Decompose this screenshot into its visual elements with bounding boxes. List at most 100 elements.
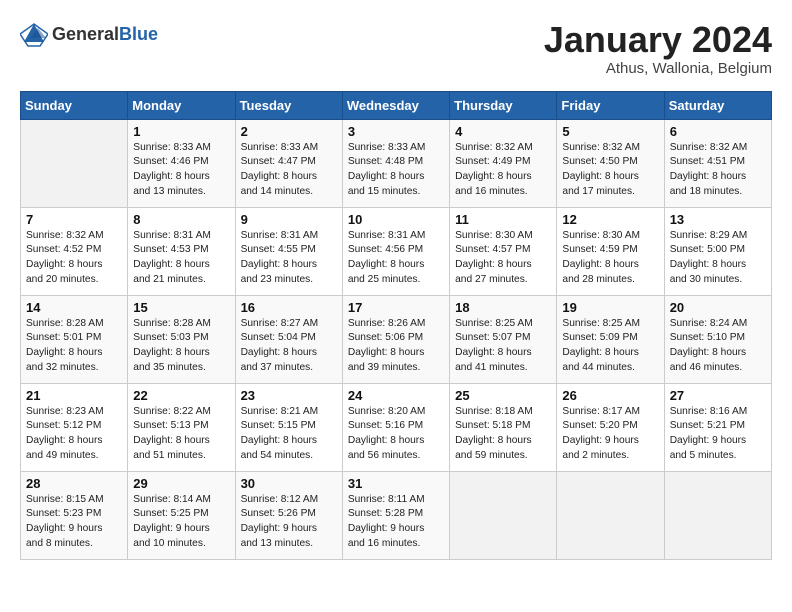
calendar-cell: 23 Sunrise: 8:21 AM Sunset: 5:15 PM Dayli… bbox=[235, 383, 342, 471]
calendar-cell: 25 Sunrise: 8:18 AM Sunset: 5:18 PM Dayli… bbox=[450, 383, 557, 471]
day-info: Sunrise: 8:30 AM Sunset: 4:59 PM Dayligh… bbox=[562, 229, 658, 288]
day-number: 30 bbox=[241, 476, 337, 491]
day-info: Sunrise: 8:31 AM Sunset: 4:53 PM Dayligh… bbox=[133, 229, 229, 288]
logo-icon bbox=[20, 20, 48, 48]
calendar-cell: 24 Sunrise: 8:20 AM Sunset: 5:16 PM Dayli… bbox=[342, 383, 449, 471]
calendar-row-1: 1 Sunrise: 8:33 AM Sunset: 4:46 PM Daylig… bbox=[21, 119, 772, 207]
day-number: 19 bbox=[562, 300, 658, 315]
col-header-monday: Monday bbox=[128, 91, 235, 119]
day-number: 1 bbox=[133, 124, 229, 139]
calendar-cell: 15 Sunrise: 8:28 AM Sunset: 5:03 PM Dayli… bbox=[128, 295, 235, 383]
calendar-cell: 1 Sunrise: 8:33 AM Sunset: 4:46 PM Daylig… bbox=[128, 119, 235, 207]
calendar-row-5: 28Sunrise: 8:15 AM Sunset: 5:23 PM Dayli… bbox=[21, 471, 772, 559]
calendar-cell: 14 Sunrise: 8:28 AM Sunset: 5:01 PM Dayli… bbox=[21, 295, 128, 383]
calendar-cell: 26 Sunrise: 8:17 AM Sunset: 5:20 PM Dayli… bbox=[557, 383, 664, 471]
calendar-row-4: 21Sunrise: 8:23 AM Sunset: 5:12 PM Dayli… bbox=[21, 383, 772, 471]
day-number: 28 bbox=[26, 476, 122, 491]
day-info: Sunrise: 8:14 AM Sunset: 5:25 PM Dayligh… bbox=[133, 493, 229, 552]
day-info: Sunrise: 8:25 AM Sunset: 5:09 PM Dayligh… bbox=[562, 317, 658, 376]
day-info: Sunrise: 8:27 AM Sunset: 5:04 PM Dayligh… bbox=[241, 317, 337, 376]
title-block: January 2024 Athus, Wallonia, Belgium bbox=[544, 20, 772, 77]
logo-general: General bbox=[52, 24, 119, 44]
calendar-page: GeneralBlue January 2024 Athus, Wallonia… bbox=[0, 0, 792, 570]
calendar-cell: 5Sunrise: 8:32 AM Sunset: 4:50 PM Daylig… bbox=[557, 119, 664, 207]
day-number: 17 bbox=[348, 300, 444, 315]
day-info: Sunrise: 8:31 AM Sunset: 4:55 PM Dayligh… bbox=[241, 229, 337, 288]
day-info: Sunrise: 8:17 AM Sunset: 5:20 PM Dayligh… bbox=[562, 405, 658, 464]
calendar-cell: 2Sunrise: 8:33 AM Sunset: 4:47 PM Daylig… bbox=[235, 119, 342, 207]
day-info: Sunrise: 8:28 AM Sunset: 5:01 PM Dayligh… bbox=[26, 317, 122, 376]
day-info: Sunrise: 8:33 AM Sunset: 4:46 PM Dayligh… bbox=[133, 141, 229, 200]
day-info: Sunrise: 8:11 AM Sunset: 5:28 PM Dayligh… bbox=[348, 493, 444, 552]
col-header-wednesday: Wednesday bbox=[342, 91, 449, 119]
col-header-tuesday: Tuesday bbox=[235, 91, 342, 119]
calendar-row-3: 14 Sunrise: 8:28 AM Sunset: 5:01 PM Dayli… bbox=[21, 295, 772, 383]
day-info: Sunrise: 8:16 AM Sunset: 5:21 PM Dayligh… bbox=[670, 405, 766, 464]
day-info: Sunrise: 8:20 AM Sunset: 5:16 PM Dayligh… bbox=[348, 405, 444, 464]
calendar-cell: 8 Sunrise: 8:31 AM Sunset: 4:53 PM Daylig… bbox=[128, 207, 235, 295]
header-row: SundayMondayTuesdayWednesdayThursdayFrid… bbox=[21, 91, 772, 119]
day-number: 10 bbox=[348, 212, 444, 227]
calendar-cell: 6 Sunrise: 8:32 AM Sunset: 4:51 PM Daylig… bbox=[664, 119, 771, 207]
day-number: 11 bbox=[455, 212, 551, 227]
day-number: 31 bbox=[348, 476, 444, 491]
calendar-cell: 27 Sunrise: 8:16 AM Sunset: 5:21 PM Dayli… bbox=[664, 383, 771, 471]
calendar-cell: 13Sunrise: 8:29 AM Sunset: 5:00 PM Dayli… bbox=[664, 207, 771, 295]
calendar-cell: 11 Sunrise: 8:30 AM Sunset: 4:57 PM Dayli… bbox=[450, 207, 557, 295]
calendar-cell: 28Sunrise: 8:15 AM Sunset: 5:23 PM Dayli… bbox=[21, 471, 128, 559]
day-number: 26 bbox=[562, 388, 658, 403]
calendar-cell: 7 Sunrise: 8:32 AM Sunset: 4:52 PM Daylig… bbox=[21, 207, 128, 295]
calendar-cell: 12 Sunrise: 8:30 AM Sunset: 4:59 PM Dayli… bbox=[557, 207, 664, 295]
day-number: 18 bbox=[455, 300, 551, 315]
page-header: GeneralBlue January 2024 Athus, Wallonia… bbox=[20, 20, 772, 77]
logo-blue: Blue bbox=[119, 24, 158, 44]
calendar-cell: 30Sunrise: 8:12 AM Sunset: 5:26 PM Dayli… bbox=[235, 471, 342, 559]
day-info: Sunrise: 8:23 AM Sunset: 5:12 PM Dayligh… bbox=[26, 405, 122, 464]
day-number: 4 bbox=[455, 124, 551, 139]
day-info: Sunrise: 8:25 AM Sunset: 5:07 PM Dayligh… bbox=[455, 317, 551, 376]
day-number: 3 bbox=[348, 124, 444, 139]
day-number: 25 bbox=[455, 388, 551, 403]
calendar-cell: 3 Sunrise: 8:33 AM Sunset: 4:48 PM Daylig… bbox=[342, 119, 449, 207]
calendar-cell: 19 Sunrise: 8:25 AM Sunset: 5:09 PM Dayli… bbox=[557, 295, 664, 383]
day-number: 14 bbox=[26, 300, 122, 315]
day-number: 7 bbox=[26, 212, 122, 227]
calendar-cell: 18 Sunrise: 8:25 AM Sunset: 5:07 PM Dayli… bbox=[450, 295, 557, 383]
day-info: Sunrise: 8:21 AM Sunset: 5:15 PM Dayligh… bbox=[241, 405, 337, 464]
day-number: 20 bbox=[670, 300, 766, 315]
calendar-cell: 10Sunrise: 8:31 AM Sunset: 4:56 PM Dayli… bbox=[342, 207, 449, 295]
calendar-cell bbox=[21, 119, 128, 207]
day-number: 27 bbox=[670, 388, 766, 403]
day-number: 16 bbox=[241, 300, 337, 315]
day-info: Sunrise: 8:24 AM Sunset: 5:10 PM Dayligh… bbox=[670, 317, 766, 376]
day-number: 15 bbox=[133, 300, 229, 315]
calendar-cell bbox=[557, 471, 664, 559]
day-info: Sunrise: 8:32 AM Sunset: 4:51 PM Dayligh… bbox=[670, 141, 766, 200]
day-info: Sunrise: 8:22 AM Sunset: 5:13 PM Dayligh… bbox=[133, 405, 229, 464]
calendar-cell: 17 Sunrise: 8:26 AM Sunset: 5:06 PM Dayli… bbox=[342, 295, 449, 383]
day-info: Sunrise: 8:28 AM Sunset: 5:03 PM Dayligh… bbox=[133, 317, 229, 376]
day-number: 5 bbox=[562, 124, 658, 139]
calendar-cell: 21Sunrise: 8:23 AM Sunset: 5:12 PM Dayli… bbox=[21, 383, 128, 471]
calendar-cell: 9 Sunrise: 8:31 AM Sunset: 4:55 PM Daylig… bbox=[235, 207, 342, 295]
calendar-cell: 31 Sunrise: 8:11 AM Sunset: 5:28 PM Dayli… bbox=[342, 471, 449, 559]
day-info: Sunrise: 8:33 AM Sunset: 4:48 PM Dayligh… bbox=[348, 141, 444, 200]
day-number: 9 bbox=[241, 212, 337, 227]
day-number: 24 bbox=[348, 388, 444, 403]
calendar-cell: 16 Sunrise: 8:27 AM Sunset: 5:04 PM Dayli… bbox=[235, 295, 342, 383]
day-number: 8 bbox=[133, 212, 229, 227]
day-info: Sunrise: 8:32 AM Sunset: 4:52 PM Dayligh… bbox=[26, 229, 122, 288]
calendar-cell: 29 Sunrise: 8:14 AM Sunset: 5:25 PM Dayli… bbox=[128, 471, 235, 559]
day-info: Sunrise: 8:30 AM Sunset: 4:57 PM Dayligh… bbox=[455, 229, 551, 288]
calendar-row-2: 7 Sunrise: 8:32 AM Sunset: 4:52 PM Daylig… bbox=[21, 207, 772, 295]
month-title: January 2024 bbox=[544, 20, 772, 60]
day-number: 6 bbox=[670, 124, 766, 139]
day-number: 29 bbox=[133, 476, 229, 491]
col-header-sunday: Sunday bbox=[21, 91, 128, 119]
col-header-thursday: Thursday bbox=[450, 91, 557, 119]
day-info: Sunrise: 8:18 AM Sunset: 5:18 PM Dayligh… bbox=[455, 405, 551, 464]
day-number: 23 bbox=[241, 388, 337, 403]
calendar-table: SundayMondayTuesdayWednesdayThursdayFrid… bbox=[20, 91, 772, 560]
day-number: 12 bbox=[562, 212, 658, 227]
day-info: Sunrise: 8:26 AM Sunset: 5:06 PM Dayligh… bbox=[348, 317, 444, 376]
